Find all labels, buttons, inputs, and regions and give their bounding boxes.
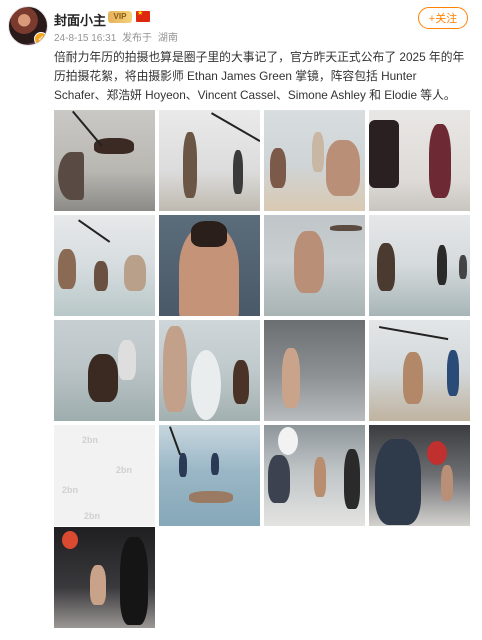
photo-5[interactable] xyxy=(54,215,155,316)
photo-13[interactable]: 2bn 2bn 2bn 2bn xyxy=(54,425,155,526)
follow-button[interactable]: +关注 xyxy=(418,7,468,29)
post-source: 发布于 xyxy=(122,33,153,44)
verified-badge-icon: ✓ xyxy=(34,32,47,45)
photo-10[interactable] xyxy=(159,320,260,421)
photo-16[interactable] xyxy=(369,425,470,526)
photo-7[interactable] xyxy=(264,215,365,316)
photo-3[interactable] xyxy=(264,110,365,211)
photo-12[interactable] xyxy=(369,320,470,421)
photo-8[interactable] xyxy=(369,215,470,316)
china-flag-icon xyxy=(136,9,150,22)
post-datetime: 24-8-15 16:31 xyxy=(54,33,117,44)
avatar[interactable]: ✓ xyxy=(8,6,48,46)
photo-4[interactable] xyxy=(369,110,470,211)
vip-badge-icon: VIP xyxy=(108,11,132,23)
post-meta: 24-8-15 16:31 发布于 湖南 xyxy=(54,29,181,44)
photo-17[interactable] xyxy=(54,527,155,628)
photo-1[interactable] xyxy=(54,110,155,211)
post-header: ✓ 封面小主 VIP 24-8-15 16:31 发布于 湖南 +关注 xyxy=(0,0,482,46)
photo-9[interactable] xyxy=(54,320,155,421)
photo-2[interactable] xyxy=(159,110,260,211)
username[interactable]: 封面小主 xyxy=(54,10,106,29)
photo-14[interactable] xyxy=(159,425,260,526)
photo-11[interactable] xyxy=(264,320,365,421)
post-text: 倍耐力年历的拍摄也算是圈子里的大事记了，官方昨天正式公布了 2025 年的年历拍… xyxy=(54,50,465,102)
photo-15[interactable] xyxy=(264,425,365,526)
post-location: 湖南 xyxy=(157,33,178,44)
photo-6[interactable] xyxy=(159,215,260,316)
